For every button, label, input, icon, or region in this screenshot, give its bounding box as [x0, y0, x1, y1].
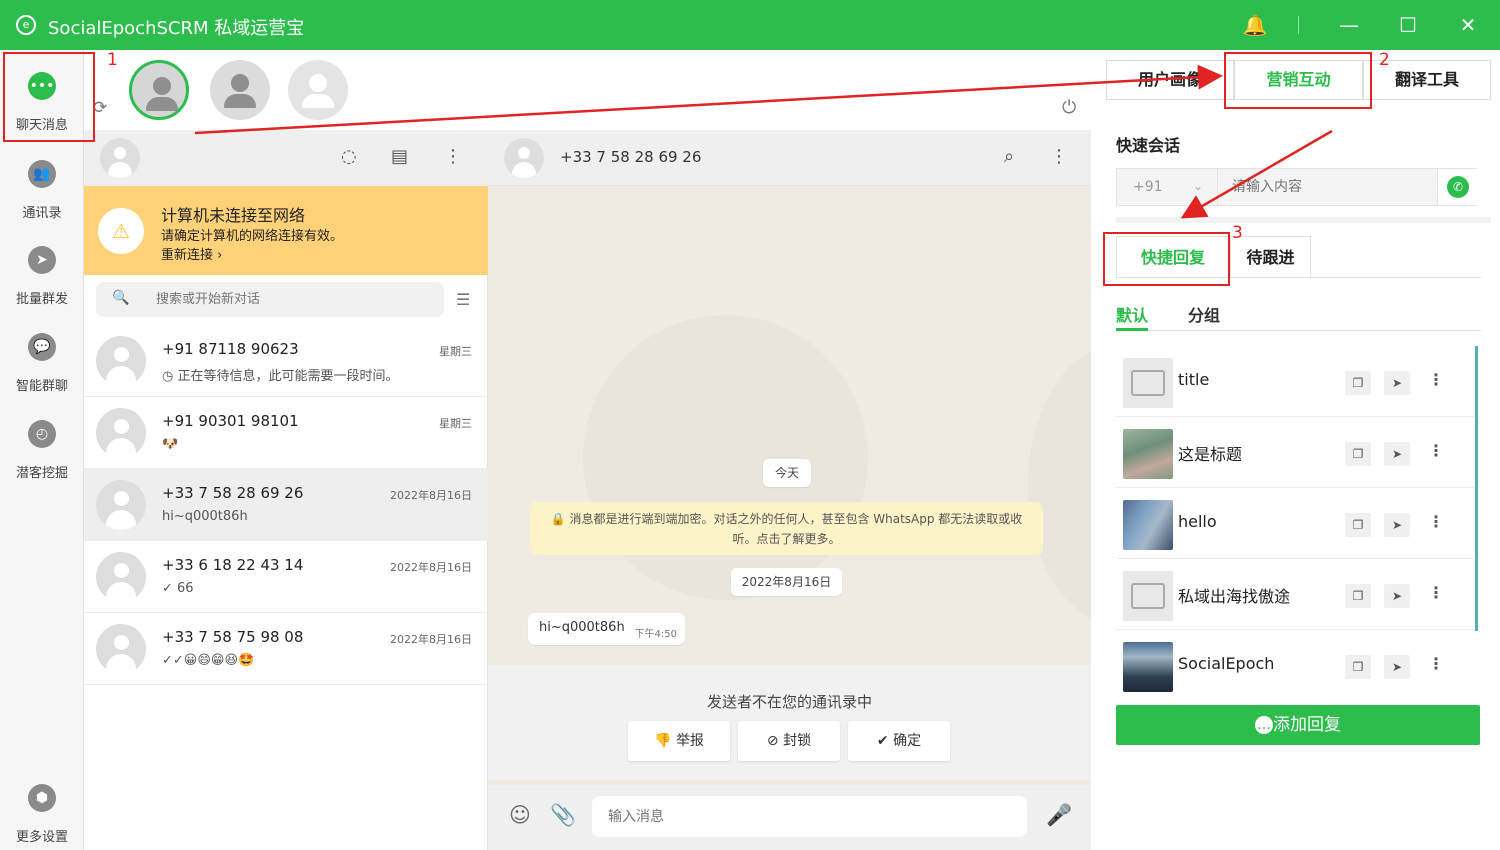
annotation-arrow-2-to-3 — [1180, 129, 1333, 219]
annotation-arrows — [194, 64, 1333, 219]
annotation-arrow-1-to-2 — [194, 64, 1223, 135]
app-window: e SocialEpochSCRM 私域运营宝 🔔 — ☐ ✕ ••• 聊天消息… — [0, 0, 1500, 850]
